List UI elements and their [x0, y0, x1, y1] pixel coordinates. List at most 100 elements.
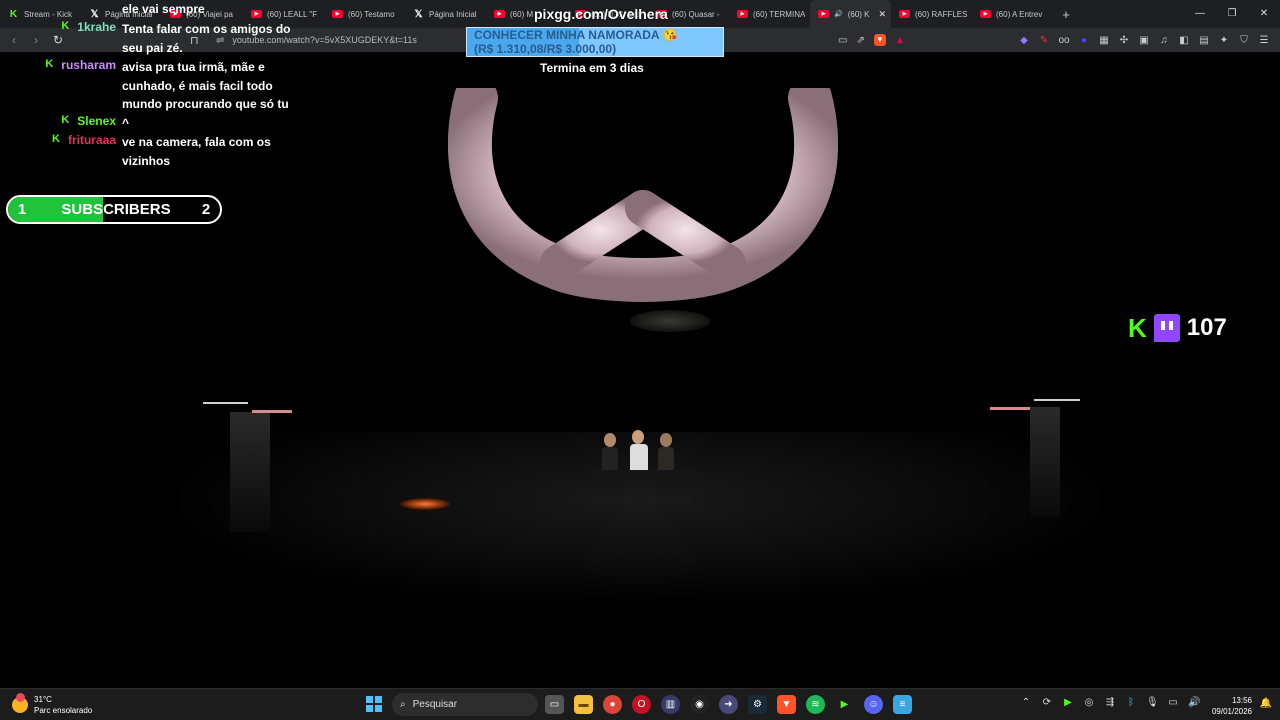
tray-sync-icon[interactable]: ⟳	[1041, 697, 1053, 708]
close-window-icon[interactable]: ✕	[1248, 0, 1280, 28]
tab-label: Página Inicial	[429, 9, 477, 19]
tab-label: (60) TERMINA	[753, 9, 805, 19]
tray-app-icon[interactable]: ◎	[1083, 697, 1095, 708]
minimize-icon[interactable]: —	[1184, 0, 1216, 28]
tray-share-icon[interactable]: ⇶	[1104, 697, 1116, 708]
viewer-count-value: 107	[1186, 314, 1227, 341]
chat-message: K Slenex ^	[0, 114, 294, 133]
browser-tab[interactable]: ▶ (60) RAFFLES	[891, 0, 972, 28]
weather-widget[interactable]: 31°C Parc ensolarado	[12, 693, 92, 716]
wallet-icon[interactable]: ▤	[1198, 34, 1210, 46]
chrome-icon[interactable]: ●	[603, 695, 622, 714]
browser-tab[interactable]: ▶ (60) TERMINA	[729, 0, 810, 28]
extension-grid-icon[interactable]: ▦	[1098, 34, 1110, 46]
network-icon[interactable]: ▭	[1167, 697, 1179, 708]
kick-badge-icon: K	[61, 114, 70, 126]
audience-light	[400, 498, 450, 510]
chat-author: Krusharam	[0, 58, 116, 114]
tab-label: (60) Quasar -	[672, 9, 720, 19]
light-bar	[990, 407, 1030, 410]
vpn-icon[interactable]: ⛉	[1238, 34, 1250, 46]
microphone-icon[interactable]: 🎙	[1146, 697, 1159, 708]
youtube-icon: ▶	[251, 10, 262, 18]
leo-ai-icon[interactable]: ✦	[1218, 34, 1230, 46]
brave-taskbar-icon[interactable]: ▼	[777, 695, 796, 714]
youtube-icon: ▶	[980, 10, 991, 18]
tab-audio-icon[interactable]: 🔊	[834, 10, 843, 18]
file-explorer-icon[interactable]: ▬	[574, 695, 593, 714]
browser-tab[interactable]: ▶ (60) A Entrev	[972, 0, 1053, 28]
tray-play-icon[interactable]: ▶	[1062, 697, 1074, 708]
chat-author: K Slenex	[0, 114, 116, 133]
spotify-icon[interactable]: ≋	[806, 695, 825, 714]
app-arrow-icon[interactable]: ➜	[719, 695, 738, 714]
chat-author: K 1krahe	[0, 20, 116, 57]
tab-label: Stream - Kick	[24, 9, 73, 19]
donation-goal-amounts: (R$ 1.310,08/R$ 3.000,00)	[474, 42, 617, 56]
clock-time: 13:56	[1231, 696, 1252, 705]
new-tab-button[interactable]: +	[1057, 7, 1075, 22]
app-icon[interactable]: ▥	[661, 695, 680, 714]
youtube-icon: ▶	[818, 10, 829, 18]
restore-icon[interactable]: ❐	[1216, 0, 1248, 28]
windows-taskbar: 31°C Parc ensolarado ⌕ Pesquisar ▭ ▬ ● O…	[0, 688, 1280, 720]
sidebar-icon[interactable]: ◧	[1178, 34, 1190, 46]
obs-icon[interactable]: ◉	[690, 695, 709, 714]
tab-label: (60) RAFFLES	[915, 9, 967, 19]
chat-message: Krusharam avisa pra tua irmã, mãe e cunha…	[0, 58, 294, 114]
chat-message: K 1krahe Tenta falar com os amigos do seu …	[0, 20, 294, 57]
steam-icon[interactable]: ⚙	[748, 695, 767, 714]
discord-icon[interactable]: ☺	[864, 695, 883, 714]
chat-username: Slenex	[77, 114, 116, 128]
screenshot-icon[interactable]: ▣	[1138, 34, 1150, 46]
stage-light-right	[1030, 407, 1060, 517]
notepad-icon[interactable]: ≡	[893, 695, 912, 714]
window-controls: — ❐ ✕	[1184, 0, 1280, 28]
browser-tab[interactable]: ▶ (60) Testamo	[324, 0, 405, 28]
browser-tab[interactable]: ▶ 🔊 (60) K ✕	[810, 0, 891, 28]
extension-shield-icon[interactable]: ●	[1078, 34, 1090, 46]
start-button-icon[interactable]	[366, 696, 382, 712]
search-placeholder: Pesquisar	[412, 699, 458, 710]
kick-logo-icon: K	[1128, 313, 1147, 343]
extension-pen-icon[interactable]: ✎	[1038, 34, 1050, 46]
tab-close-icon[interactable]: ✕	[878, 9, 886, 20]
youtube-icon: ▶	[494, 10, 505, 18]
tab-label: (60) K	[847, 9, 870, 19]
music-icon[interactable]: ♫	[1158, 34, 1170, 46]
tab-label: (60) A Entrev	[996, 9, 1043, 19]
search-icon: ⌕	[400, 699, 406, 710]
chat-message: Kfrituraaa ve na camera, fala com os vizi…	[0, 133, 294, 170]
extensions-icon[interactable]: ✣	[1118, 34, 1130, 46]
twitch-logo-icon	[1153, 314, 1180, 342]
kick-badge-icon: K	[52, 133, 60, 145]
menu-icon[interactable]: ☰	[1258, 34, 1270, 46]
brave-shields-icon[interactable]: ▼	[873, 34, 886, 46]
tray-chevron-up-icon[interactable]: ⌃	[1020, 697, 1032, 708]
chat-username: frituraaa	[67, 133, 116, 147]
weather-text: 31°C Parc ensolarado	[34, 694, 92, 716]
bluetooth-icon[interactable]: ᛒ	[1125, 697, 1137, 708]
extension-glasses-icon[interactable]: oo	[1058, 34, 1070, 46]
opera-icon[interactable]: O	[632, 695, 651, 714]
donation-goal-title: CONHECER MINHA NAMORADA 😘	[474, 28, 678, 42]
cast-icon[interactable]: ▭	[838, 35, 847, 46]
tab-label: (60) LEALL "F	[267, 9, 318, 19]
chat-username: rusharam	[61, 58, 116, 72]
taskbar-clock[interactable]: 13:56 09/01/2026	[1212, 695, 1252, 717]
task-view-icon[interactable]: ▭	[545, 695, 564, 714]
light-bar	[203, 402, 248, 404]
chat-top-fragment: ele vai sempre	[122, 2, 205, 16]
brave-rewards-icon[interactable]: ▲	[895, 35, 905, 46]
taskbar-search[interactable]: ⌕ Pesquisar	[392, 693, 538, 716]
browser-tab[interactable]: 𝕏 Página Inicial	[405, 0, 486, 28]
extension-leo-icon[interactable]: ◆	[1018, 34, 1030, 46]
system-tray: ⌃ ⟳ ▶ ◎ ⇶ ᛒ 🎙 ▭ 🔊	[1020, 697, 1201, 708]
youtube-icon: ▶	[899, 10, 910, 18]
volume-icon[interactable]: 🔊	[1188, 697, 1200, 708]
share-icon[interactable]: ⇗	[856, 35, 864, 46]
performers	[590, 430, 700, 482]
app-play-icon[interactable]: ▶	[835, 695, 854, 714]
stage-prop	[630, 310, 710, 332]
notification-bell-icon[interactable]: 🔔	[1260, 698, 1272, 709]
